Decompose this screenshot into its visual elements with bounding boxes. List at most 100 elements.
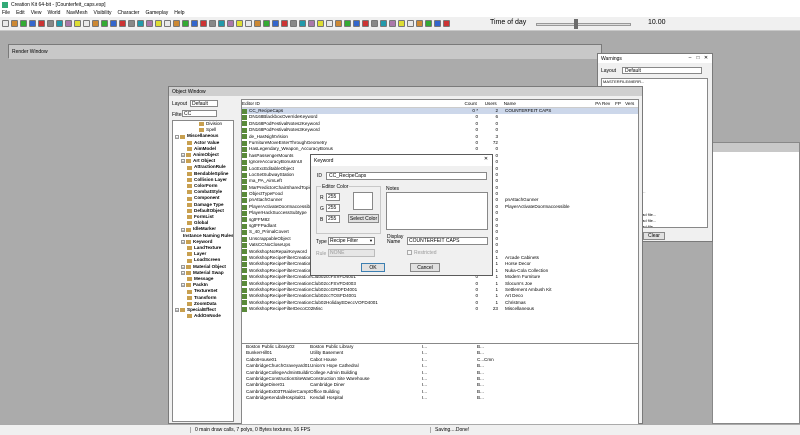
cell-row[interactable]: CambridgeKendallHospital01 Kendall Hospit… <box>242 395 638 401</box>
toolbar-button-icon[interactable] <box>2 20 9 27</box>
toolbar-button-icon[interactable] <box>155 20 162 27</box>
tree-item[interactable]: AddOnNode <box>173 313 233 319</box>
menu-character[interactable]: Character <box>118 10 140 16</box>
column-count[interactable]: Count <box>445 100 481 107</box>
toolbar-button-icon[interactable] <box>92 20 99 27</box>
toolbar-button-icon[interactable] <box>353 20 360 27</box>
toolbar-button-icon[interactable] <box>83 20 90 27</box>
expand-icon[interactable]: + <box>175 308 179 313</box>
toolbar-button-icon[interactable] <box>137 20 144 27</box>
toolbar-button-icon[interactable] <box>47 20 54 27</box>
toolbar-button-icon[interactable] <box>11 20 18 27</box>
toolbar-button-icon[interactable] <box>218 20 225 27</box>
toolbar-button-icon[interactable] <box>200 20 207 27</box>
toolbar-button-icon[interactable] <box>362 20 369 27</box>
expand-icon[interactable]: + <box>181 227 185 232</box>
menu-gameplay[interactable]: Gameplay <box>145 10 168 16</box>
close-icon[interactable]: ✕ <box>482 156 490 162</box>
object-type-tree[interactable]: Division Spell − Miscellaneous Actor Value Ai… <box>172 120 234 422</box>
cell-view-title-bar[interactable] <box>713 143 799 152</box>
toolbar-button-icon[interactable] <box>299 20 306 27</box>
collapse-icon[interactable]: − <box>175 134 179 139</box>
toolbar-button-icon[interactable] <box>335 20 342 27</box>
toolbar-button-icon[interactable] <box>65 20 72 27</box>
column-pa-rev[interactable]: PA Rev <box>595 100 615 107</box>
toolbar-button-icon[interactable] <box>416 20 423 27</box>
toolbar-button-icon[interactable] <box>209 20 216 27</box>
toolbar-button-icon[interactable] <box>191 20 198 27</box>
toolbar-button-icon[interactable] <box>74 20 81 27</box>
clear-button[interactable]: Clear <box>643 232 665 240</box>
display-name-field[interactable]: COUNTERFEIT CAPS <box>407 237 488 245</box>
menu-navmesh[interactable]: NavMesh <box>66 10 87 16</box>
menu-edit[interactable]: Edit <box>16 10 25 16</box>
warnings-title-bar[interactable]: Warnings – □ ✕ <box>598 54 712 63</box>
cell-list[interactable]: Boston Public Library02 Boston Public Lib… <box>241 343 639 425</box>
toolbar-button-icon[interactable] <box>110 20 117 27</box>
warnings-layout-select[interactable]: Default <box>622 67 702 74</box>
toolbar-button-icon[interactable] <box>29 20 36 27</box>
minimize-icon[interactable]: – <box>686 55 694 61</box>
g-field[interactable]: 255 <box>326 204 340 212</box>
select-color-button[interactable]: Select Color <box>348 214 379 223</box>
keyword-dialog-title-bar[interactable]: Keyword ✕ <box>311 155 492 166</box>
menu-file[interactable]: File <box>2 10 10 16</box>
restricted-checkbox[interactable] <box>407 250 412 255</box>
toolbar-button-icon[interactable] <box>308 20 315 27</box>
toolbar-button-icon[interactable] <box>326 20 333 27</box>
toolbar-button-icon[interactable] <box>263 20 270 27</box>
toolbar-button-icon[interactable] <box>128 20 135 27</box>
column-vers[interactable]: Vers <box>625 100 638 107</box>
toolbar-button-icon[interactable] <box>119 20 126 27</box>
toolbar-button-icon[interactable] <box>425 20 432 27</box>
toolbar-button-icon[interactable] <box>38 20 45 27</box>
toolbar-button-icon[interactable] <box>398 20 405 27</box>
expand-icon[interactable]: + <box>181 283 185 288</box>
expand-icon[interactable]: + <box>181 264 185 269</box>
ok-button[interactable]: OK <box>361 263 385 272</box>
expand-icon[interactable]: + <box>181 153 185 158</box>
toolbar-button-icon[interactable] <box>236 20 243 27</box>
toolbar-button-icon[interactable] <box>182 20 189 27</box>
toolbar-button-icon[interactable] <box>281 20 288 27</box>
toolbar-button-icon[interactable] <box>164 20 171 27</box>
r-field[interactable]: 255 <box>326 193 340 201</box>
column-fp[interactable]: FP <box>615 100 625 107</box>
time-of-day-slider[interactable] <box>536 23 631 26</box>
menu-world[interactable]: World <box>47 10 60 16</box>
toolbar-button-icon[interactable] <box>56 20 63 27</box>
toolbar-button-icon[interactable] <box>443 20 450 27</box>
time-of-day-slider-thumb[interactable] <box>573 19 578 29</box>
expand-icon[interactable]: + <box>181 239 185 244</box>
expand-icon[interactable]: + <box>181 270 185 275</box>
menu-visibility[interactable]: Visibility <box>94 10 112 16</box>
maximize-icon[interactable]: □ <box>694 55 702 61</box>
object-window-title-bar[interactable]: Object Window <box>169 87 642 96</box>
column-name[interactable]: Name <box>500 100 596 107</box>
b-field[interactable]: 255 <box>326 215 340 223</box>
toolbar-button-icon[interactable] <box>344 20 351 27</box>
table-row[interactable]: WorkshopRecipeFilterDecoC02Misc 0 23 Miscel… <box>242 306 638 312</box>
column-editor-id[interactable]: Editor ID <box>242 100 445 107</box>
toolbar-button-icon[interactable] <box>272 20 279 27</box>
toolbar-button-icon[interactable] <box>290 20 297 27</box>
toolbar-button-icon[interactable] <box>317 20 324 27</box>
render-window-title-bar[interactable]: Render Window <box>9 45 601 59</box>
column-users[interactable]: Users <box>481 100 500 107</box>
expand-icon[interactable]: + <box>181 159 185 164</box>
color-swatch[interactable] <box>353 192 373 210</box>
menu-view[interactable]: View <box>31 10 42 16</box>
toolbar-button-icon[interactable] <box>389 20 396 27</box>
close-icon[interactable]: ✕ <box>702 55 710 61</box>
toolbar-button-icon[interactable] <box>20 20 27 27</box>
toolbar-button-icon[interactable] <box>146 20 153 27</box>
toolbar-button-icon[interactable] <box>407 20 414 27</box>
toolbar-button-icon[interactable] <box>227 20 234 27</box>
toolbar-button-icon[interactable] <box>371 20 378 27</box>
toolbar-button-icon[interactable] <box>434 20 441 27</box>
toolbar-button-icon[interactable] <box>101 20 108 27</box>
toolbar-button-icon[interactable] <box>245 20 252 27</box>
type-select[interactable]: Recipe Filter ▼ <box>328 237 375 245</box>
toolbar-button-icon[interactable] <box>254 20 261 27</box>
object-layout-select[interactable]: Default <box>190 100 218 107</box>
